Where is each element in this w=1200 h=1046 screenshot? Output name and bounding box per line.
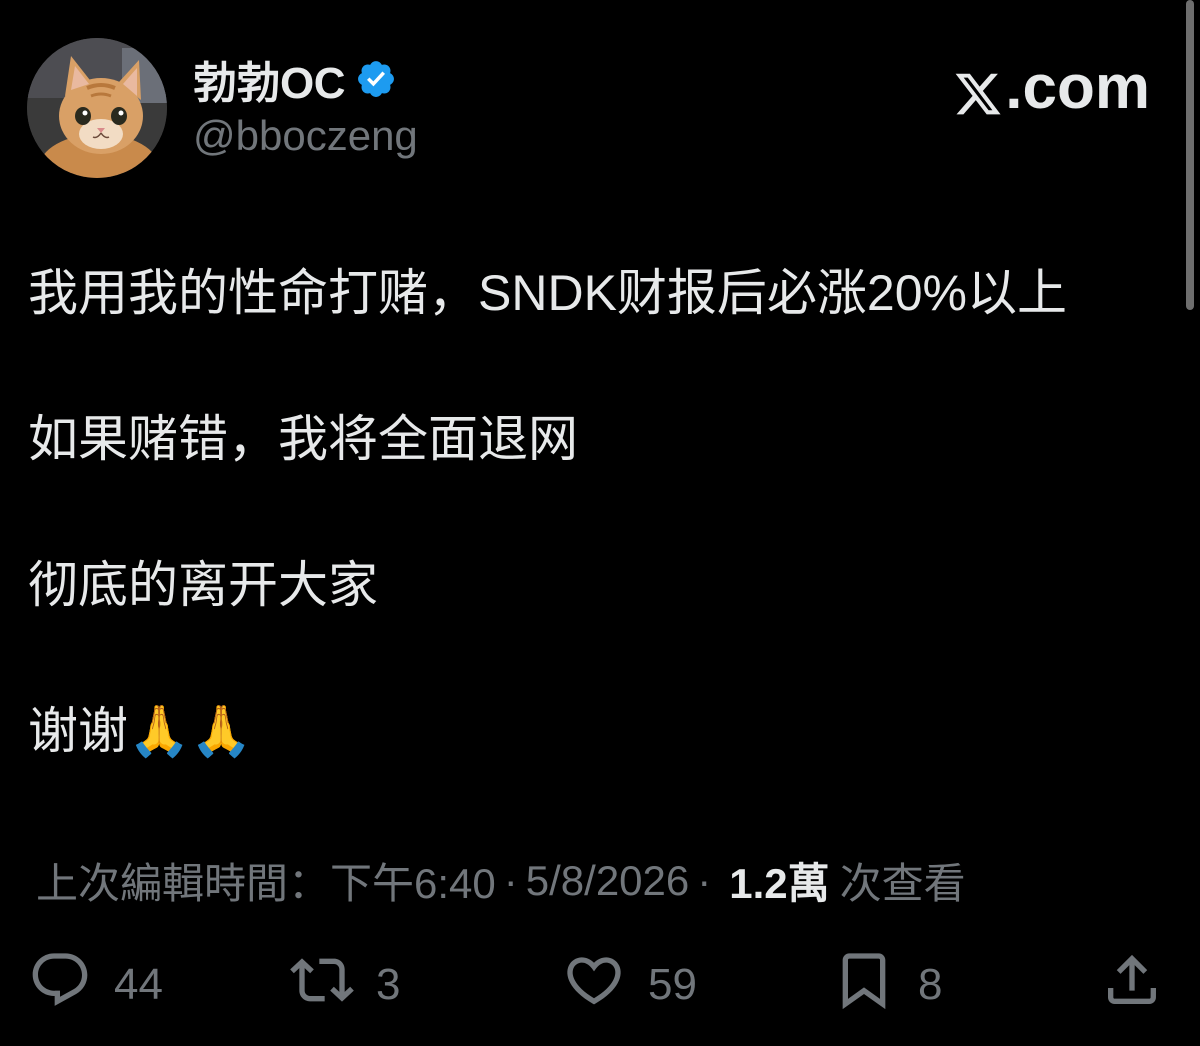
author-handle[interactable]: @bboczeng: [193, 112, 418, 160]
scrollbar[interactable]: [1186, 0, 1194, 310]
bookmark-button[interactable]: 8: [832, 950, 942, 1020]
like-count: 59: [648, 960, 697, 1009]
bookmark-icon: [832, 948, 896, 1023]
tweet-card: 勃勃OC @bboczeng .com 我用我的性命打赌，SNDK财报后必涨20…: [0, 0, 1200, 1046]
tweet-line: 我用我的性命打赌，SNDK财报后必涨20%以上: [28, 265, 1067, 321]
meta-separator: ·: [503, 856, 518, 904]
tweet-meta: 上次編輯時間： 下午6:40 · 5/8/2026 · 1.2萬 次查看: [36, 850, 966, 911]
name-row: 勃勃OC: [193, 50, 397, 108]
repost-button[interactable]: 3: [290, 950, 400, 1020]
meta-separator: ·: [697, 856, 712, 904]
reply-count: 44: [114, 960, 163, 1009]
views-count: 1.2萬: [729, 860, 830, 907]
share-icon: [1100, 948, 1164, 1023]
repost-icon: [290, 948, 354, 1023]
tweet-date[interactable]: 5/8/2026: [526, 857, 690, 905]
display-name[interactable]: 勃勃OC: [193, 47, 346, 111]
reply-button[interactable]: 44: [28, 950, 163, 1020]
action-bar: 44 3 59 8: [0, 950, 1200, 1020]
bookmark-count: 8: [918, 960, 943, 1009]
x-com-brand: .com: [953, 52, 1150, 123]
tweet-time[interactable]: 下午6:40: [330, 850, 496, 911]
brand-domain: .com: [1005, 53, 1150, 122]
heart-icon: [562, 948, 626, 1023]
edited-label[interactable]: 上次編輯時間：: [36, 850, 330, 911]
like-button[interactable]: 59: [562, 950, 697, 1020]
share-button[interactable]: [1100, 950, 1164, 1020]
tweet-header: 勃勃OC @bboczeng .com: [0, 0, 1200, 200]
views-label: 次查看: [839, 860, 966, 907]
cat-avatar-icon: [27, 38, 167, 178]
x-logo-icon: [953, 63, 1003, 114]
verified-badge-icon: [355, 58, 397, 100]
reply-icon: [28, 948, 92, 1023]
tweet-line: 彻底的离开大家: [28, 557, 378, 613]
repost-count: 3: [376, 960, 401, 1009]
tweet-line: 谢谢🙏🙏: [28, 703, 253, 759]
avatar[interactable]: [27, 38, 167, 178]
tweet-line: 如果赌错，我将全面退网: [28, 411, 578, 467]
